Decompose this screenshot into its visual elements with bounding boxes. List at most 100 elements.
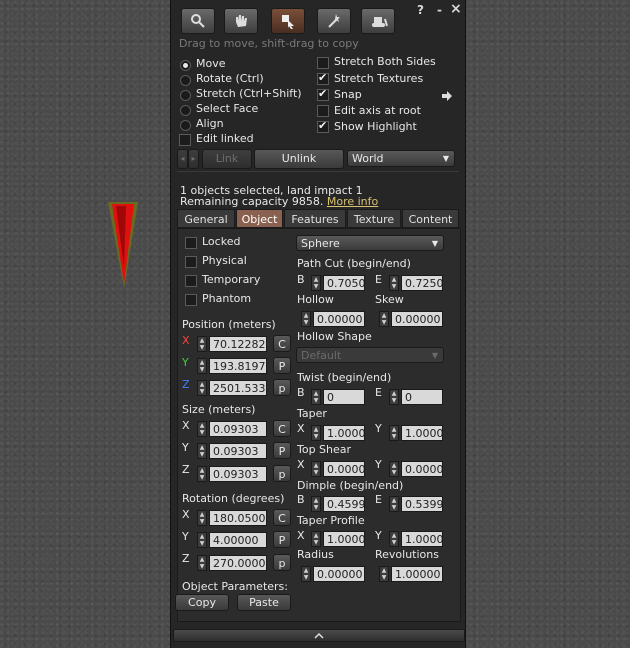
path-cut-b-spinner[interactable]: ▲ ▼ (311, 275, 321, 291)
tab-texture[interactable]: Texture (347, 209, 401, 228)
collapse-bar[interactable] (173, 629, 465, 642)
rotation-y-spinner[interactable]: ▲ ▼ (197, 532, 207, 548)
mode-align-radio[interactable] (180, 120, 191, 131)
rotation-paste-button[interactable]: P (273, 531, 291, 548)
rotation-x-input[interactable]: 180.0500 (209, 510, 267, 526)
taper-x-input[interactable]: 1.0000 (323, 425, 365, 441)
tab-object[interactable]: Object (236, 209, 283, 228)
edit-tool-button[interactable] (271, 8, 305, 34)
revolutions-input[interactable]: 1.00000 (391, 566, 443, 582)
taper-profile-x-spinner[interactable]: ▲ ▼ (311, 531, 321, 547)
edit-linked-checkbox[interactable] (179, 134, 191, 146)
radius-input[interactable]: 0.00000 (313, 566, 365, 582)
dimple-e-spinner[interactable]: ▲ ▼ (389, 496, 399, 512)
twist-b-input[interactable]: 0 (323, 389, 365, 405)
size-copy-button[interactable]: C (273, 420, 291, 437)
dimple-b-spinner[interactable]: ▲ ▼ (311, 496, 321, 512)
top-shear-y-spinner[interactable]: ▲ ▼ (389, 461, 399, 477)
link-prev-button[interactable]: ◂ (177, 149, 188, 169)
show-highlight-checkbox[interactable] (317, 119, 329, 133)
edit-axis-root-checkbox[interactable] (317, 105, 329, 117)
params-paste-button[interactable]: Paste (237, 594, 291, 611)
tab-general[interactable]: General (177, 209, 235, 228)
path-cut-e-spinner[interactable]: ▲ ▼ (389, 275, 399, 291)
taper-x-spinner[interactable]: ▲ ▼ (311, 425, 321, 441)
help-icon[interactable]: ? (417, 3, 424, 17)
position-copy-button[interactable]: C (273, 335, 291, 352)
dimple-b-input[interactable]: 0.4599 (323, 496, 365, 512)
skew-spinner[interactable]: ▲ ▼ (379, 311, 389, 327)
ruler-mode-dropdown[interactable]: World ▼ (347, 150, 455, 167)
minimize-icon[interactable]: - (437, 3, 442, 17)
params-copy-button[interactable]: Copy (175, 594, 229, 611)
position-z-spinner[interactable]: ▲ ▼ (197, 380, 207, 396)
size-y-input[interactable]: 0.09303 (209, 443, 267, 459)
size-y-spinner[interactable]: ▲ ▼ (197, 443, 207, 459)
taper-profile-x-input[interactable]: 1.0000 (323, 531, 365, 547)
skew-input[interactable]: 0.00000 (391, 311, 443, 327)
rotation-z-spinner[interactable]: ▲ ▼ (197, 555, 207, 571)
prim-type-dropdown[interactable]: Sphere ▼ (296, 235, 444, 251)
top-shear-x-spinner[interactable]: ▲ ▼ (311, 461, 321, 477)
tab-content[interactable]: Content (402, 209, 459, 228)
size-paste-options-button[interactable]: p (273, 465, 291, 482)
move-tool-button[interactable] (224, 8, 258, 34)
size-x-spinner[interactable]: ▲ ▼ (197, 421, 207, 437)
position-x-input[interactable]: 70.12282 (209, 336, 267, 352)
temporary-checkbox[interactable] (185, 275, 197, 287)
unlink-button[interactable]: Unlink (254, 149, 344, 169)
top-shear-y-input[interactable]: 0.0000 (401, 461, 443, 477)
mode-rotate-radio[interactable] (180, 75, 191, 86)
taper-profile-y-spinner[interactable]: ▲ ▼ (389, 531, 399, 547)
hollow-spinner[interactable]: ▲ ▼ (301, 311, 311, 327)
twist-b-spinner[interactable]: ▲ ▼ (311, 389, 321, 405)
position-x-spinner[interactable]: ▲ ▼ (197, 336, 207, 352)
radius-spinner[interactable]: ▲ ▼ (301, 566, 311, 582)
mode-select-face-radio[interactable] (180, 105, 191, 116)
taper-profile-y-input[interactable]: 1.0000 (401, 531, 443, 547)
position-paste-button[interactable]: P (273, 357, 291, 374)
revolutions-spinner[interactable]: ▲ ▼ (379, 566, 389, 582)
stretch-both-sides-checkbox[interactable] (317, 57, 329, 69)
twist-e-input[interactable]: 0 (401, 389, 443, 405)
rotation-z-input[interactable]: 270.00000 (209, 555, 267, 571)
hollow-input[interactable]: 0.00000 (313, 311, 365, 327)
size-x-input[interactable]: 0.09303 (209, 421, 267, 437)
arrow-right-icon[interactable] (441, 90, 453, 102)
rotation-y-input[interactable]: 4.00000 (209, 532, 267, 548)
mode-move-radio[interactable] (180, 60, 191, 71)
position-y-spinner[interactable]: ▲ ▼ (197, 358, 207, 374)
taper-y-input[interactable]: 1.0000 (401, 425, 443, 441)
twist-e-spinner[interactable]: ▲ ▼ (389, 389, 399, 405)
hollow-shape-dropdown[interactable]: Default ▼ (296, 347, 444, 363)
link-button[interactable]: Link (202, 149, 252, 169)
focus-tool-button[interactable] (181, 8, 215, 34)
position-y-input[interactable]: 193.8197 (209, 358, 267, 374)
dimple-e-input[interactable]: 0.5399 (401, 496, 443, 512)
stretch-textures-checkbox[interactable] (317, 71, 329, 85)
rotation-copy-button[interactable]: C (273, 509, 291, 526)
physical-checkbox[interactable] (185, 256, 197, 268)
selected-object-cone[interactable] (106, 198, 142, 292)
rotation-paste-options-button[interactable]: p (273, 554, 291, 571)
land-tool-button[interactable] (361, 8, 395, 34)
size-z-spinner[interactable]: ▲ ▼ (197, 466, 207, 482)
create-tool-button[interactable] (317, 8, 351, 34)
taper-y-spinner[interactable]: ▲ ▼ (389, 425, 399, 441)
path-cut-e-input[interactable]: 0.7250 (401, 275, 443, 291)
close-icon[interactable]: × (450, 1, 462, 17)
position-paste-options-button[interactable]: p (273, 379, 291, 396)
locked-checkbox[interactable] (185, 237, 197, 249)
mode-stretch-radio[interactable] (180, 90, 191, 101)
snap-checkbox[interactable] (317, 87, 329, 101)
top-shear-x-input[interactable]: 0.0000 (323, 461, 365, 477)
phantom-checkbox[interactable] (185, 294, 197, 306)
link-next-button[interactable]: ▸ (188, 149, 199, 169)
size-z-input[interactable]: 0.09303 (209, 466, 267, 482)
rotation-x-spinner[interactable]: ▲ ▼ (197, 510, 207, 526)
path-cut-b-input[interactable]: 0.7050 (323, 275, 365, 291)
size-paste-button[interactable]: P (273, 442, 291, 459)
position-z-input[interactable]: 2501.533 (209, 380, 267, 396)
more-info-link[interactable]: More info (327, 195, 378, 208)
tab-features[interactable]: Features (284, 209, 346, 228)
